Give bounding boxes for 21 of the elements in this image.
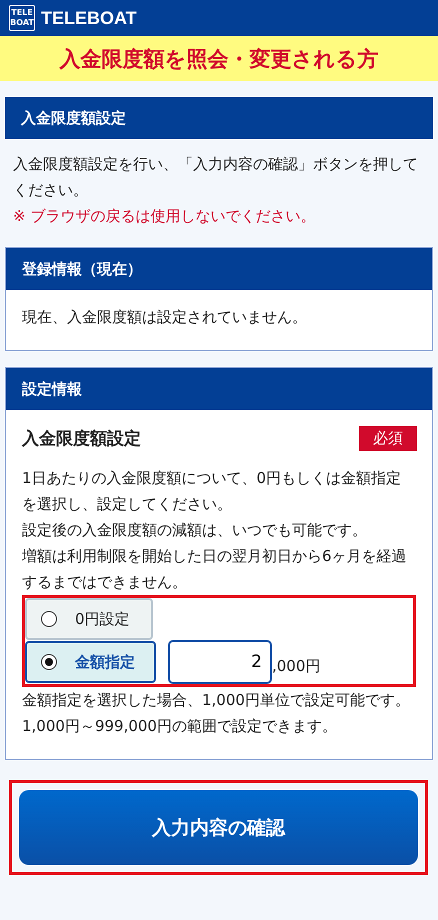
description-text: 1日あたりの入金限度額について、0円もしくは金額指定を選択し、設定してください。 bbox=[22, 468, 402, 515]
logo-icon: TELE BOAT bbox=[9, 5, 35, 31]
note-text: 1,000円～999,000円の範囲で設定できます。 bbox=[22, 716, 338, 737]
required-badge: 必須 bbox=[359, 426, 417, 451]
section-title: 設定情報 bbox=[22, 380, 82, 398]
brand-name: TELEBOAT bbox=[41, 8, 137, 28]
radio-option[interactable]: 0円設定 bbox=[25, 598, 153, 640]
amount-field[interactable]: 2 bbox=[168, 640, 272, 684]
description-text: 設定後の入金限度額の減額は、いつでも可能です。 bbox=[22, 520, 368, 541]
field-label: 入金限度額設定 bbox=[22, 428, 141, 450]
status-text: 現在、入金限度額は設定されていません。 bbox=[22, 307, 308, 328]
description-text: 増額は利用制限を開始した日の翌月初日から6ヶ月を経過するまではできません。 bbox=[22, 546, 408, 593]
unit-text: ,000円 bbox=[272, 656, 320, 676]
radio-option[interactable]: 金額指定 bbox=[25, 641, 156, 683]
section-title: 入金限度額設定 bbox=[21, 108, 126, 128]
page-title: 入金限度額を照会・変更される方 bbox=[60, 46, 378, 72]
note-text: 金額指定を選択した場合、1,000円単位で設定可能です。 bbox=[22, 690, 411, 711]
confirm-button[interactable]: 入力内容の確認 bbox=[19, 790, 418, 865]
instruction-text: 入金限度額設定を行い、「入力内容の確認」ボタンを押してください。 bbox=[13, 154, 419, 201]
section-title: 登録情報（現在） bbox=[22, 260, 142, 278]
warning-text: ※ ブラウザの戻るは使用しないでください。 bbox=[13, 206, 316, 227]
